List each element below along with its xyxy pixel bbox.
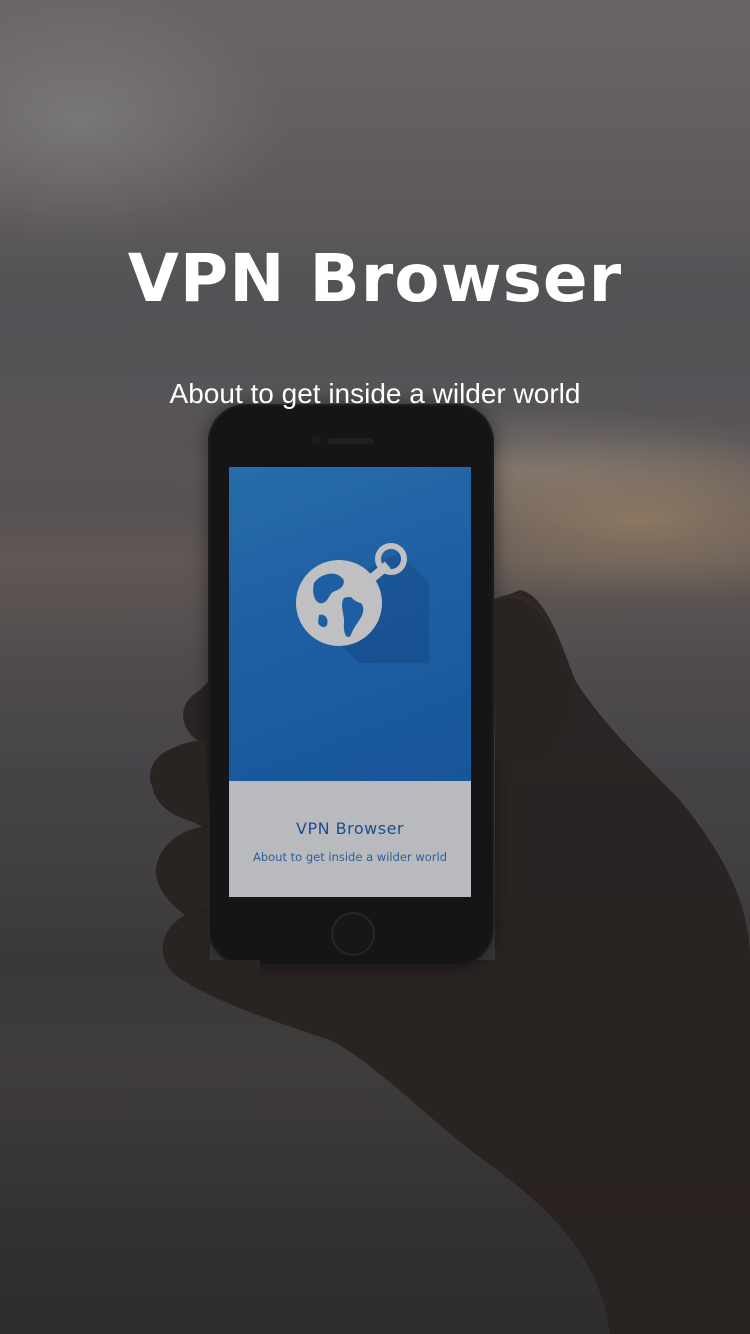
phone-mockup: VPN Browser About to get inside a wilder… xyxy=(208,404,494,966)
app-tagline: About to get inside a wilder world xyxy=(169,378,581,409)
screen-app-subtitle: About to get inside a wilder world xyxy=(252,850,448,864)
phone-speaker xyxy=(328,438,374,444)
phone-screen: VPN Browser About to get inside a wilder… xyxy=(229,467,471,897)
phone-home-button xyxy=(331,912,375,956)
screen-splash-top xyxy=(229,467,471,781)
screen-app-title: VPN Browser xyxy=(296,819,404,838)
app-title: VPN Browser xyxy=(127,240,623,317)
globe-anchor-icon xyxy=(289,543,449,673)
phone-camera xyxy=(312,435,322,445)
screen-splash-bottom xyxy=(229,781,471,897)
